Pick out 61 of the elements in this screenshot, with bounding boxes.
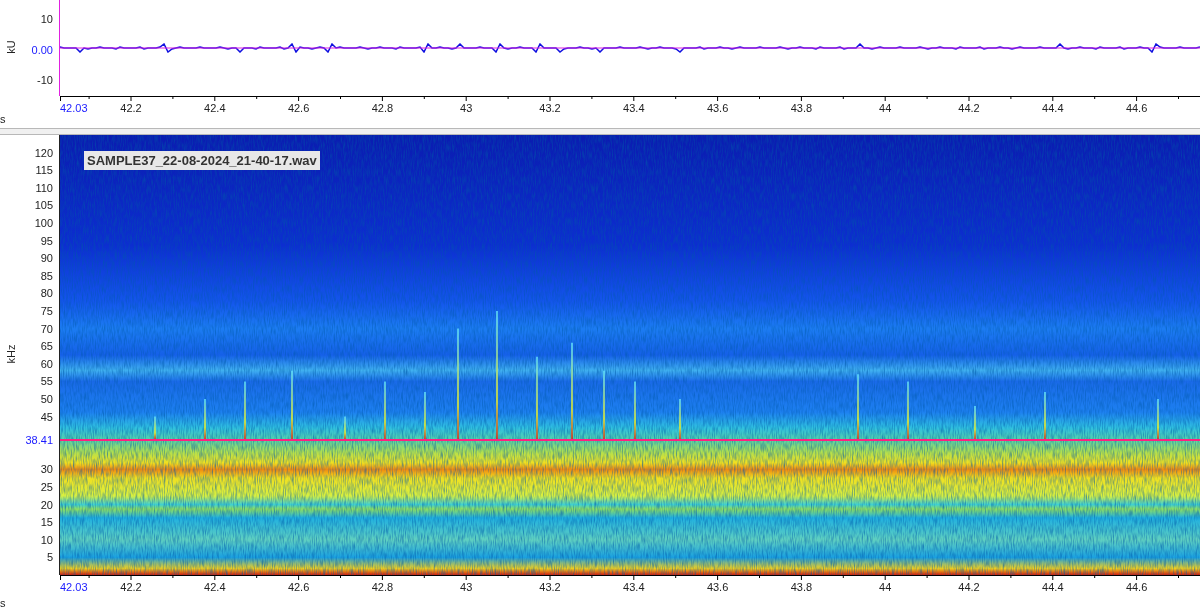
y-tick-label: 105 — [34, 198, 53, 213]
x-tick-label: 43.2 — [539, 101, 561, 115]
y-tick-label: 75 — [40, 304, 53, 318]
file-name-label: SAMPLE37_22-08-2024_21-40-17.wav — [84, 151, 320, 170]
y-tick-label: -10 — [37, 73, 53, 87]
x-tick-label: 44 — [879, 580, 892, 594]
y-tick-label: 5 — [46, 550, 53, 565]
x-tick-label: 42.8 — [371, 101, 394, 115]
y-tick-label: 10 — [40, 12, 53, 26]
y-tick-label: 50 — [40, 392, 53, 406]
y-tick-label: 10 — [40, 532, 53, 547]
x-tick-label: 43.4 — [623, 580, 645, 594]
x-tick-label: 43 — [460, 580, 473, 594]
y-axis-title: kU — [3, 40, 18, 54]
y-tick-label: 0.00 — [31, 42, 53, 57]
y-tick-label: 70 — [40, 321, 53, 336]
x-tick-label: 44 — [879, 101, 892, 115]
x-tick-label: 44.2 — [958, 101, 980, 115]
x-tick-label: 43.2 — [539, 580, 561, 594]
x-tick-label: 42.03 — [60, 101, 88, 115]
x-tick-label: 42.03 — [60, 580, 88, 594]
y-tick-label: 55 — [40, 374, 53, 389]
y-tick-label: 80 — [40, 286, 53, 301]
y-tick-label: 60 — [40, 356, 53, 371]
y-axis-title: kHz — [4, 344, 19, 364]
x-tick-label: 43.6 — [706, 101, 729, 115]
x-axis-title: s — [0, 596, 6, 610]
y-tick-label: 120 — [34, 145, 53, 160]
x-tick-label: 43 — [460, 101, 473, 115]
x-tick-label: 44.4 — [1042, 101, 1064, 115]
y-tick-label: 90 — [40, 251, 53, 266]
x-tick-label: 42.6 — [287, 101, 310, 115]
panel-splitter[interactable] — [0, 128, 1200, 135]
y-tick-label: 100 — [34, 216, 53, 230]
y-tick-label: 45 — [40, 409, 53, 424]
x-tick-label: 42.6 — [287, 580, 310, 594]
x-tick-label: 42.2 — [120, 101, 142, 115]
x-tick-label: 43.8 — [790, 580, 813, 594]
y-tick-label: 110 — [35, 180, 53, 195]
y-tick-label: 25 — [40, 480, 53, 494]
y-tick-label: 20 — [40, 497, 53, 512]
y-tick-label: 65 — [40, 339, 53, 354]
cursor-line[interactable] — [60, 438, 1200, 441]
x-tick-label: 44.4 — [1042, 580, 1064, 594]
y-tick-label: 85 — [40, 268, 53, 283]
x-tick-label: 42.2 — [120, 580, 142, 594]
x-tick-label: 42.4 — [204, 580, 226, 594]
y-tick-label: 15 — [40, 515, 53, 530]
x-tick-label: 44.2 — [958, 580, 980, 594]
x-tick-label: 43.6 — [706, 580, 729, 594]
x-axis-title: s — [0, 112, 6, 126]
x-tick-label: 44.6 — [1125, 101, 1148, 115]
y-tick-label: 30 — [40, 462, 53, 477]
y-tick-label: 95 — [40, 233, 53, 248]
x-tick-label: 43.8 — [790, 101, 813, 115]
x-tick-label: 44.6 — [1125, 580, 1148, 594]
x-tick-label: 42.4 — [204, 101, 226, 115]
y-tick-label: 115 — [35, 163, 53, 178]
x-tick-label: 43.4 — [623, 101, 645, 115]
cursor-value-label: 38.41 — [25, 432, 53, 447]
x-tick-label: 42.8 — [371, 580, 394, 594]
